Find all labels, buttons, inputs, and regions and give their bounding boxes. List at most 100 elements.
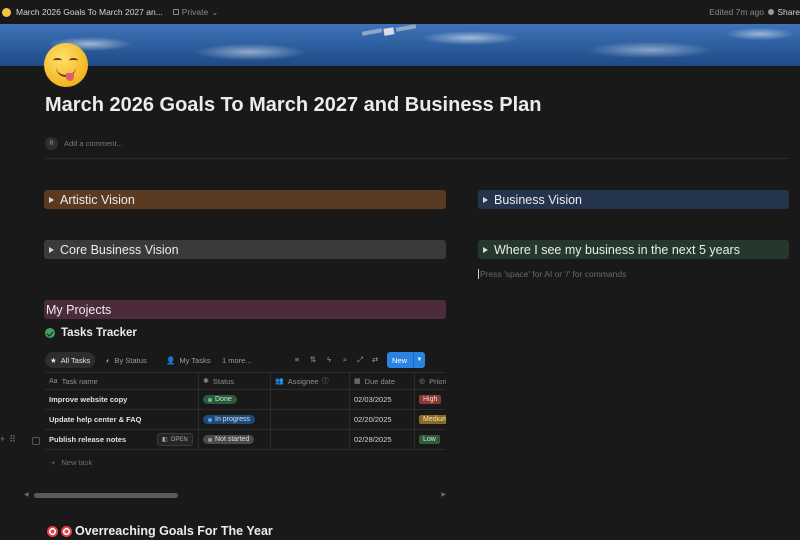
my-projects-heading[interactable]: My Projects bbox=[44, 300, 446, 319]
eye-right bbox=[69, 58, 78, 63]
toggle-core-business-vision[interactable]: Core Business Vision bbox=[44, 240, 446, 259]
toggle-label: Where I see my business in the next 5 ye… bbox=[494, 242, 740, 257]
scroll-left-icon[interactable]: ◀ bbox=[24, 491, 29, 498]
satellite-image bbox=[361, 24, 417, 36]
check-circle-icon bbox=[45, 328, 55, 338]
table-row[interactable]: Publish release notes ◧ OPEN Not started… bbox=[45, 430, 446, 450]
toggle-arrow-icon[interactable] bbox=[483, 246, 488, 253]
due-date-cell[interactable]: 02/20/2025 bbox=[349, 410, 414, 429]
share-label: Share bbox=[777, 7, 800, 17]
goals-label: Overreaching Goals For The Year bbox=[75, 524, 273, 538]
status-dot bbox=[208, 397, 212, 402]
eye-left bbox=[53, 58, 62, 63]
row-handle[interactable]: + ⠿ bbox=[0, 434, 16, 445]
status-label: In progress bbox=[215, 416, 251, 423]
lock-icon bbox=[172, 9, 179, 15]
tab-by-status[interactable]: ◐ By Status bbox=[101, 352, 152, 368]
toggle-arrow-icon[interactable] bbox=[49, 246, 54, 253]
add-comment[interactable]: R Add a comment... bbox=[45, 137, 123, 150]
divider bbox=[45, 158, 790, 159]
tasks-tracker-title[interactable]: Tasks Tracker bbox=[45, 327, 137, 339]
tab-label: By Status bbox=[114, 355, 147, 365]
goals-heading[interactable]: Overreaching Goals For The Year bbox=[47, 524, 273, 538]
open-label: OPEN bbox=[170, 436, 188, 443]
scrollbar-thumb[interactable] bbox=[34, 493, 178, 498]
status-label: Not started bbox=[215, 436, 250, 443]
due-date-cell[interactable]: 02/03/2025 bbox=[349, 390, 414, 409]
assignee-cell[interactable] bbox=[270, 430, 349, 449]
assignee-cell[interactable] bbox=[270, 410, 349, 429]
priority-icon: ◎ bbox=[419, 378, 426, 385]
tongue bbox=[66, 73, 74, 81]
priority-tag: High bbox=[419, 395, 442, 404]
edited-timestamp: Edited 7m ago bbox=[709, 7, 764, 17]
new-task-button[interactable]: + New task bbox=[51, 458, 92, 467]
table-row[interactable]: Update help center & FAQ In progress 02/… bbox=[45, 410, 446, 430]
status-cell[interactable]: Done bbox=[198, 390, 270, 409]
column-label: Priority bbox=[429, 376, 446, 386]
assignee-cell[interactable] bbox=[270, 390, 349, 409]
chevron-down-icon: ⌄ bbox=[211, 6, 219, 17]
toggle-artistic-vision[interactable]: Artistic Vision bbox=[44, 190, 446, 209]
priority-cell[interactable]: High bbox=[414, 390, 446, 409]
row-checkbox[interactable] bbox=[32, 437, 40, 445]
add-row-icon[interactable]: + bbox=[0, 434, 5, 445]
horizontal-scrollbar[interactable]: ◀ ▶ bbox=[24, 491, 446, 499]
search-icon[interactable]: ⌕ bbox=[341, 356, 349, 364]
share-icon bbox=[768, 9, 775, 15]
automation-icon[interactable]: ϟ bbox=[325, 356, 333, 364]
privacy-button[interactable]: Private ⌄ bbox=[172, 6, 219, 18]
calendar-icon: ▦ bbox=[354, 378, 361, 385]
chevron-down-icon[interactable]: ▼ bbox=[413, 352, 425, 368]
filter-icon[interactable]: ≡ bbox=[293, 356, 301, 364]
tab-all-tasks[interactable]: ★ All Tasks bbox=[45, 352, 96, 368]
open-button[interactable]: ◧ OPEN bbox=[157, 433, 193, 446]
column-status[interactable]: ✺ Status bbox=[198, 373, 270, 389]
expand-icon[interactable]: ⤢ bbox=[356, 356, 364, 364]
share-button[interactable]: Share bbox=[768, 7, 800, 17]
task-name-cell[interactable]: Publish release notes ◧ OPEN bbox=[45, 430, 198, 449]
status-pill: In progress bbox=[203, 415, 256, 424]
star-icon: ★ bbox=[50, 355, 57, 365]
status-dot bbox=[208, 417, 212, 422]
empty-block-hint[interactable]: Press 'space' for AI or '/' for commands bbox=[478, 269, 626, 279]
tab-my-tasks[interactable]: 👤 My Tasks bbox=[161, 352, 215, 368]
column-due-date[interactable]: ▦ Due date bbox=[349, 373, 414, 389]
toggle-arrow-icon[interactable] bbox=[483, 196, 488, 203]
people-icon: 👥 bbox=[275, 378, 284, 385]
sort-icon[interactable]: ⇅ bbox=[309, 356, 317, 364]
avatar: R bbox=[45, 137, 58, 150]
task-name-cell[interactable]: Improve website copy bbox=[45, 390, 198, 409]
column-label: Assignee bbox=[287, 376, 319, 386]
column-task-name[interactable]: Aa Task name bbox=[45, 373, 198, 389]
toggle-business-vision[interactable]: Business Vision bbox=[478, 190, 789, 209]
page-icon-emoji[interactable] bbox=[44, 43, 88, 87]
toggle-label: Business Vision bbox=[494, 192, 583, 207]
breadcrumb-title[interactable]: March 2026 Goals To March 2027 an... bbox=[16, 7, 163, 17]
status-pill: Done bbox=[203, 395, 237, 404]
table-row[interactable]: Improve website copy Done 02/03/2025 Hig… bbox=[45, 390, 446, 410]
column-assignee[interactable]: 👥 Assignee ⓘ bbox=[270, 373, 349, 389]
status-dot bbox=[208, 437, 212, 442]
tasks-table: Aa Task name ✺ Status 👥 Assignee ⓘ ▦ Due… bbox=[45, 372, 446, 450]
new-button[interactable]: New ▼ bbox=[387, 352, 425, 368]
toggle-arrow-icon[interactable] bbox=[49, 196, 54, 203]
task-name-cell[interactable]: Update help center & FAQ bbox=[45, 410, 198, 429]
page-title[interactable]: March 2026 Goals To March 2027 and Busin… bbox=[45, 94, 542, 117]
comment-placeholder[interactable]: Add a comment... bbox=[64, 139, 123, 148]
status-cell[interactable]: Not started bbox=[198, 430, 270, 449]
scroll-right-icon[interactable]: ▶ bbox=[441, 491, 446, 498]
settings-icon[interactable]: ⇄ bbox=[371, 356, 379, 364]
due-date-cell[interactable]: 02/28/2025 bbox=[349, 430, 414, 449]
priority-cell[interactable]: Medium bbox=[414, 410, 446, 429]
toggle-five-years[interactable]: Where I see my business in the next 5 ye… bbox=[478, 240, 789, 259]
status-pill: Not started bbox=[203, 435, 255, 444]
status-cell[interactable]: In progress bbox=[198, 410, 270, 429]
status-label: Done bbox=[215, 396, 232, 403]
column-label: Task name bbox=[61, 376, 98, 386]
column-priority[interactable]: ◎ Priority bbox=[414, 373, 446, 389]
drag-handle-icon[interactable]: ⠿ bbox=[9, 434, 16, 445]
priority-cell[interactable]: Low bbox=[414, 430, 446, 449]
person-icon: 👤 bbox=[166, 355, 176, 365]
tab-more-views[interactable]: 1 more... bbox=[217, 352, 257, 368]
